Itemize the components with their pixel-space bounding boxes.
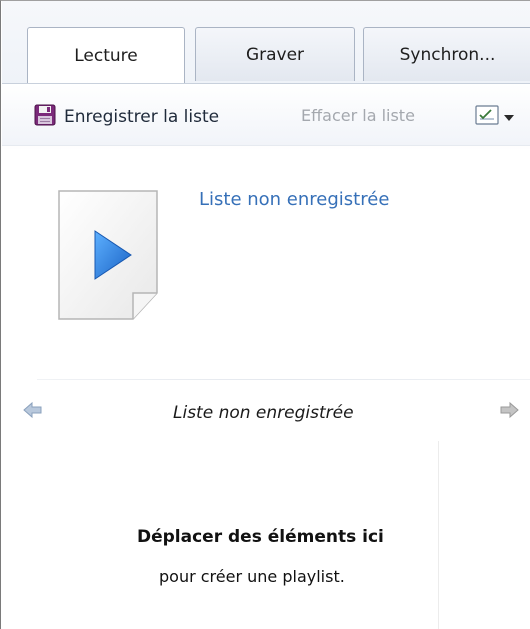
list-column-divider xyxy=(438,441,439,629)
media-playlist-icon xyxy=(57,189,161,325)
playlist-toolbar: Enregistrer la liste Effacer la liste xyxy=(2,84,530,146)
chevron-down-icon xyxy=(503,108,515,127)
list-options-icon xyxy=(474,104,500,130)
previous-list-button[interactable] xyxy=(23,401,43,423)
tab-strip: Lecture Graver Synchron... xyxy=(25,27,530,83)
tab-synchroniser-label: Synchron... xyxy=(399,44,496,65)
list-options-button[interactable] xyxy=(474,105,530,129)
tab-lecture-label: Lecture xyxy=(74,45,138,66)
clear-list-button[interactable]: Effacer la liste xyxy=(301,106,415,125)
drop-zone-heading: Déplacer des éléments ici xyxy=(137,527,384,547)
save-list-label: Enregistrer la liste xyxy=(64,107,220,127)
tab-graver-label: Graver xyxy=(245,44,305,65)
toolbar-divider xyxy=(2,145,530,146)
player-pane: Lecture Graver Synchron... Enregistrer l… xyxy=(0,0,530,629)
arrow-right-icon xyxy=(499,401,519,423)
header-divider xyxy=(37,379,530,380)
save-list-button[interactable]: Enregistrer la liste xyxy=(34,104,219,130)
tab-lecture[interactable]: Lecture xyxy=(27,27,185,83)
next-list-button[interactable] xyxy=(499,401,519,423)
tab-synchroniser[interactable]: Synchron... xyxy=(363,27,530,81)
drop-zone-subtext: pour créer une playlist. xyxy=(159,567,345,586)
current-list-title: Liste non enregistrée xyxy=(173,403,354,423)
tab-graver[interactable]: Graver xyxy=(195,27,355,81)
playlist-title-link[interactable]: Liste non enregistrée xyxy=(199,189,389,210)
arrow-left-icon xyxy=(23,401,43,423)
floppy-disk-icon xyxy=(34,104,56,130)
